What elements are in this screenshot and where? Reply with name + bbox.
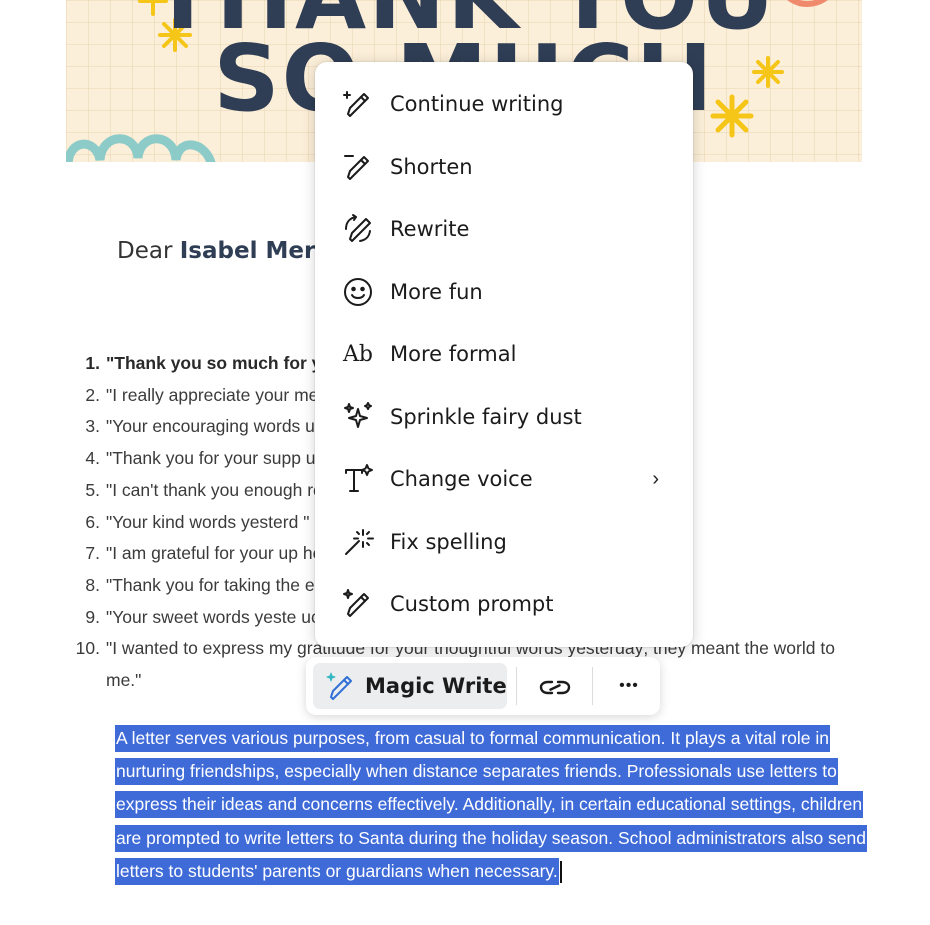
magic-write-menu: Continue writing Shorten Rewrite More fu…	[315, 62, 693, 647]
link-icon	[539, 680, 571, 695]
more-options-button[interactable]: •••	[599, 663, 659, 709]
menu-item-shorten[interactable]: Shorten	[315, 139, 693, 195]
menu-item-more-formal[interactable]: Ab More formal	[315, 326, 693, 382]
squiggle-decoration-icon	[66, 134, 216, 162]
menu-item-continue-writing[interactable]: Continue writing	[315, 76, 693, 132]
menu-item-custom-prompt[interactable]: Custom prompt	[315, 576, 693, 632]
letter-greeting[interactable]: Dear Isabel Merc	[117, 238, 329, 264]
floating-text-toolbar: Magic Write •••	[306, 657, 660, 715]
magic-write-label: Magic Write	[365, 674, 507, 698]
menu-item-fix-spelling[interactable]: Fix spelling	[315, 514, 693, 570]
smiley-icon	[341, 275, 375, 309]
toolbar-divider	[592, 667, 593, 705]
link-button[interactable]	[525, 663, 585, 709]
recipient-name: Isabel Merc	[179, 238, 329, 264]
sparkles-icon	[341, 400, 375, 434]
toolbar-divider	[516, 667, 517, 705]
ab-text-icon: Ab	[343, 341, 373, 367]
pencil-lines-icon	[341, 150, 375, 184]
menu-item-more-fun[interactable]: More fun	[315, 264, 693, 320]
magic-write-button[interactable]: Magic Write	[313, 663, 507, 709]
selected-paragraph[interactable]: A letter serves various purposes, from c…	[115, 722, 867, 888]
menu-item-rewrite[interactable]: Rewrite	[315, 201, 693, 257]
pencil-sparkle-icon	[341, 587, 375, 621]
selected-text: A letter serves various purposes, from c…	[115, 725, 867, 885]
greeting-prefix: Dear	[117, 238, 173, 264]
text-sparkle-icon	[341, 462, 375, 496]
more-horizontal-icon: •••	[619, 677, 639, 694]
chevron-right-icon: ›	[652, 467, 659, 490]
menu-item-change-voice[interactable]: Change voice ›	[315, 451, 693, 507]
magic-pencil-icon	[326, 672, 352, 700]
magic-wand-icon	[341, 525, 375, 559]
rewrite-icon	[341, 212, 375, 246]
text-caret	[559, 861, 562, 884]
menu-item-sprinkle-fairy-dust[interactable]: Sprinkle fairy dust	[315, 389, 693, 445]
pencil-plus-icon	[341, 87, 375, 121]
